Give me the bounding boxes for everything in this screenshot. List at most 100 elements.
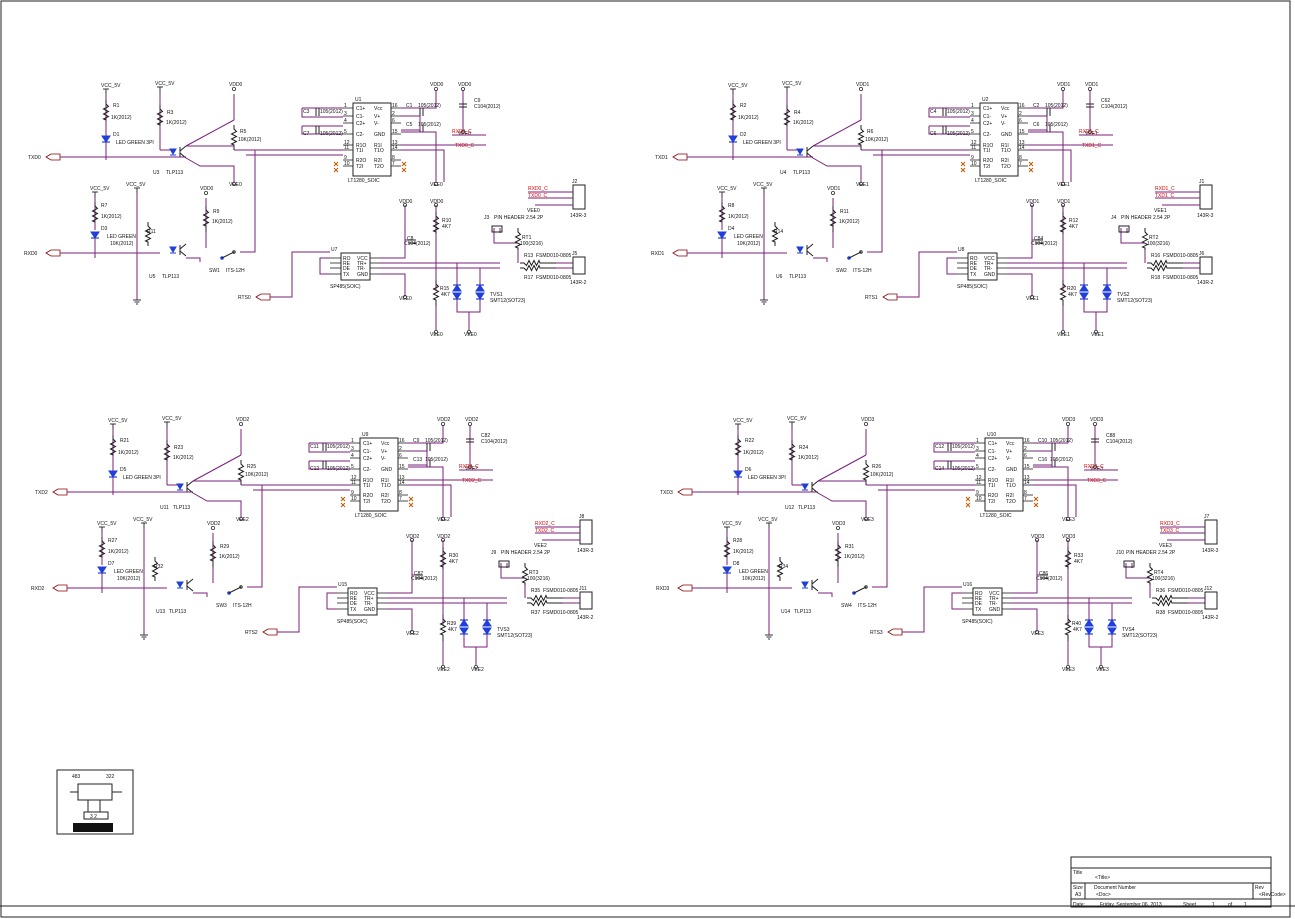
cap-c-value: 105(2012) <box>1045 103 1068 109</box>
txd-label: TXD0 <box>28 155 41 161</box>
vcc-label-a: VCC_5V <box>108 418 128 424</box>
rts-port <box>255 293 271 301</box>
cap-d-value: 105(2012) <box>425 457 448 463</box>
reg-bottom-label: 3 2 <box>90 814 97 820</box>
tx-chip-pin-right: T1O <box>381 483 391 489</box>
rd-ref: R8 <box>728 203 735 209</box>
wire <box>185 119 235 147</box>
wire <box>867 150 883 253</box>
opto-tx <box>169 145 187 159</box>
ground-rx <box>140 634 148 640</box>
opto-rx <box>169 243 187 257</box>
conn-top-type: 143R-3 <box>1202 548 1219 554</box>
vdd-label-e: VDD3 <box>1031 534 1045 540</box>
tx-chip-pin-right: Vcc <box>1001 106 1010 112</box>
txd-label: TXD3 <box>660 490 673 496</box>
sheet-border <box>0 0 1291 918</box>
rh-ref: R35 <box>531 588 540 594</box>
opto-rx <box>176 578 194 592</box>
txd-label: TXD2 <box>35 490 48 496</box>
switch[interactable] <box>220 250 236 260</box>
rev-value: <RevCode> <box>1259 892 1286 898</box>
hdr-a-label: RXD0_C <box>528 186 548 192</box>
wire <box>380 273 406 296</box>
rd-value: 1K(2012) <box>733 549 754 555</box>
conn-bot-ref: J5 <box>572 251 578 257</box>
tx-chip-pinnum-right: 16 <box>399 438 405 444</box>
tx-chip-pin-right: V- <box>1001 121 1006 127</box>
rt-value: 100(3216) <box>527 576 550 582</box>
cap-a <box>315 108 320 116</box>
led-tx <box>733 470 743 478</box>
rc-ref: R6 <box>867 129 874 135</box>
resistor-e <box>209 541 217 567</box>
tx-chip-pinnum-left: 3 <box>351 446 354 452</box>
tx-chip-pinnum-right: 14 <box>399 480 405 486</box>
re-ref: R31 <box>845 544 854 550</box>
rj-value: 4K7 <box>441 292 450 298</box>
date-value: Friday, September 06, 2013 <box>1100 902 1162 908</box>
connector-bottom <box>579 591 593 610</box>
vcc-tee-b <box>164 421 170 427</box>
vcc-tee-c <box>719 191 725 197</box>
no-connect-mark <box>333 167 339 173</box>
tvs-diode-d <box>1102 292 1112 300</box>
tx-chip-pin-left: C2- <box>983 132 991 138</box>
tvs-diode-b <box>1079 292 1089 300</box>
vee-label-e: VEE3 <box>1031 631 1044 637</box>
tx-chip-pin-left: C1- <box>363 449 371 455</box>
rb-value: 1K(2012) <box>798 455 819 461</box>
cap-f-value: C104(2012) <box>1031 241 1058 247</box>
tx-chip-pin-left: C2+ <box>983 121 992 127</box>
cap-c <box>426 443 431 451</box>
cap-c-ref: C2 <box>1033 103 1040 109</box>
hdr-type: PIN HEADER 2.54 2P <box>494 215 544 221</box>
opto-rx-type: TLP113 <box>794 609 811 615</box>
vcc-label-a: VCC_5V <box>733 418 753 424</box>
led-rx-value: LED GREEN <box>114 569 143 575</box>
sw-ref: SW1 <box>209 268 220 274</box>
sw-ref: SW4 <box>841 603 852 609</box>
channel-2: VCC_5V VCC_5V VDD2 VCC_5V VCC_5V VDD2 R21 1K(20… <box>31 416 594 673</box>
connector-bottom <box>1204 591 1218 610</box>
vdd-label-e: VDD0 <box>399 199 413 205</box>
tx-chip-pinnum-left: 11 <box>971 145 976 151</box>
vee-label-e: VEE0 <box>399 296 412 302</box>
wire <box>818 592 833 597</box>
vee-label-f: VEE2 <box>437 667 450 673</box>
no-connect-mark <box>401 161 407 167</box>
tx-chip-pin-right: GND <box>1001 132 1013 138</box>
rf-ref: R11 <box>147 229 156 235</box>
ri-value: FSMD010-0805 <box>536 275 572 281</box>
switch[interactable] <box>852 585 868 595</box>
tx-chip-pin-right: V- <box>374 121 379 127</box>
cap-b-value: 105(2012) <box>327 466 350 472</box>
no-connect-mark <box>965 502 971 508</box>
cap-c-value: 105(2012) <box>425 438 448 444</box>
switch[interactable] <box>847 250 863 260</box>
tx-chip-pinnum-right: 2 <box>1024 446 1027 452</box>
tx-chip-pin-left: T2I <box>983 164 990 170</box>
tx-chip-pin-left: C1- <box>988 449 996 455</box>
tx-chip-pinnum-left: 5 <box>344 129 347 135</box>
vcc-tee-b <box>784 86 790 92</box>
tx-chip-pinnum-right: 16 <box>1024 438 1030 444</box>
tx-chip-pinnum-right: 7 <box>1019 161 1022 167</box>
wire <box>1028 131 1064 182</box>
tvs-type: SMT12(SOT23) <box>490 298 526 304</box>
led-tx <box>728 135 738 143</box>
vee-label-d: VEE1 <box>1154 208 1167 214</box>
tvs-diode-c <box>1102 284 1112 292</box>
sheet-num: 1 <box>1212 902 1215 908</box>
rb-ref: R24 <box>799 445 808 451</box>
connector-bottom <box>572 256 586 275</box>
tx-chip-pinnum-left: 3 <box>344 111 347 117</box>
cap-d-ref: C16 <box>1038 457 1047 463</box>
resistor-e <box>829 206 837 232</box>
ptc-fuse-a <box>527 594 563 602</box>
vdd-label-b: VDD2 <box>207 521 221 527</box>
switch[interactable] <box>227 585 243 595</box>
tx-chip-pinnum-right: 14 <box>1024 480 1030 486</box>
rh-ref: R36 <box>1156 588 1165 594</box>
vdd-label-c: VDD3 <box>1062 417 1076 423</box>
